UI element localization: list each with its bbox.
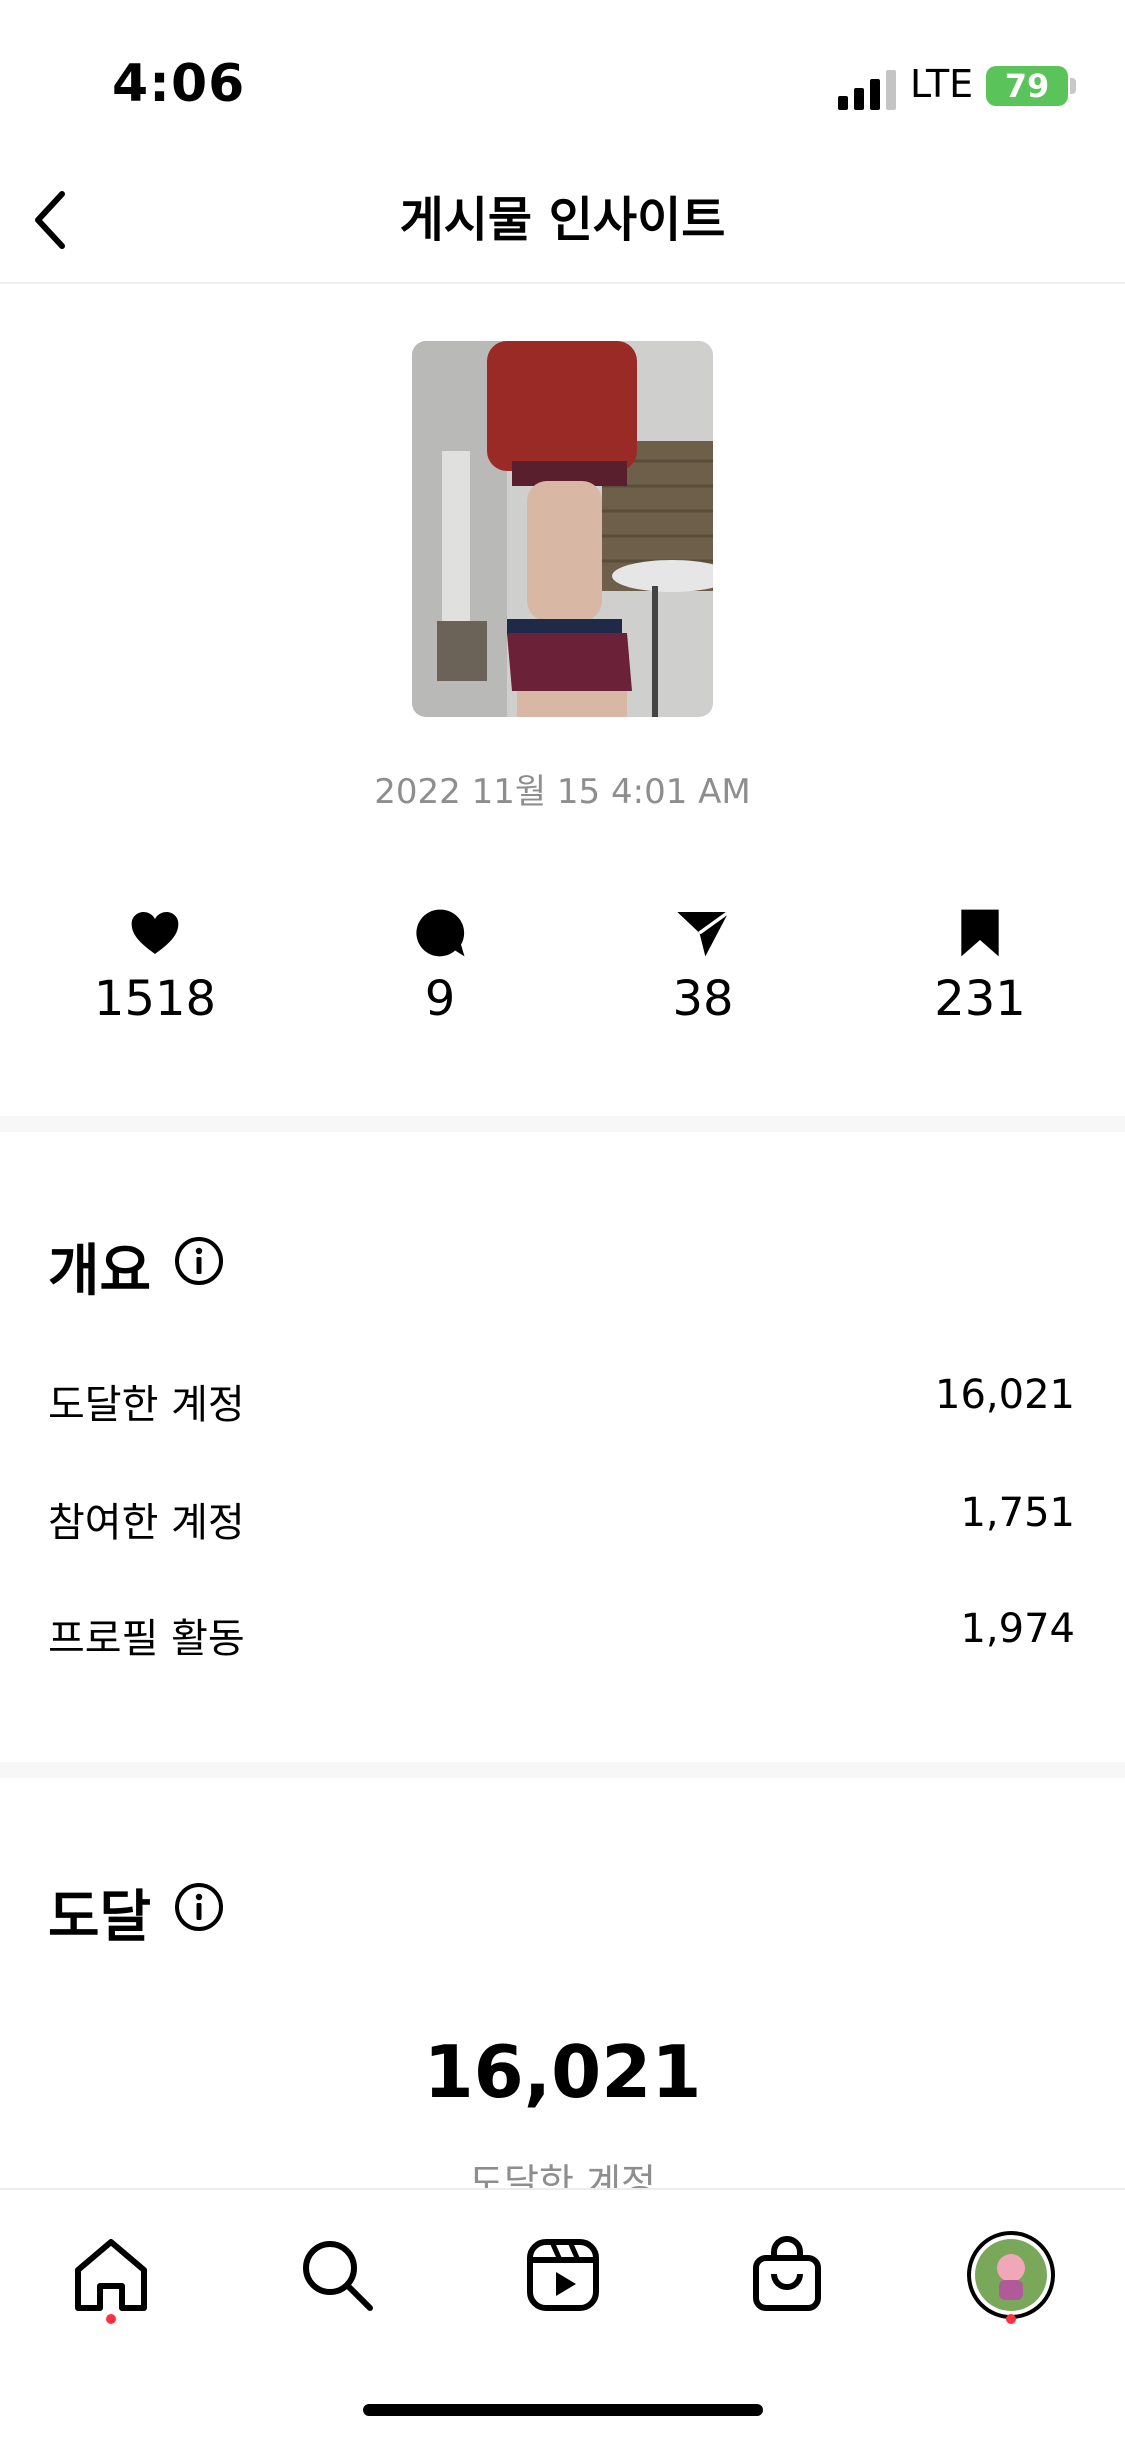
- comments-count: 9: [424, 971, 456, 1027]
- profile-notification-dot: [1006, 2314, 1016, 2324]
- engaged-accounts-label: 참여한 계정: [48, 1500, 245, 1546]
- post-thumbnail[interactable]: [412, 341, 713, 717]
- overview-title: 개요: [48, 1239, 152, 1304]
- likes-count: 1518: [93, 971, 217, 1027]
- reached-accounts-value: 16,021: [935, 1372, 1075, 1418]
- comment-icon: [416, 909, 465, 957]
- home-notification-dot: [106, 2314, 116, 2324]
- home-icon[interactable]: [66, 2230, 156, 2320]
- reels-icon[interactable]: [518, 2230, 608, 2320]
- shares-count: 38: [672, 971, 734, 1027]
- home-indicator: [363, 2404, 763, 2416]
- info-icon[interactable]: [174, 1882, 224, 1932]
- search-icon[interactable]: [292, 2230, 382, 2320]
- status-time: 4:06: [112, 54, 246, 114]
- saves-count: 231: [934, 971, 1026, 1027]
- header-divider: [0, 282, 1125, 284]
- post-date: 2022 11월 15 4:01 AM: [374, 772, 751, 812]
- saves-stat: 231: [880, 905, 1080, 1027]
- section-divider: [0, 1116, 1125, 1132]
- battery-nub: [1070, 78, 1076, 94]
- comments-stat: 9: [340, 905, 540, 1027]
- profile-activity-value: 1,974: [960, 1606, 1075, 1652]
- section-divider: [0, 1762, 1125, 1778]
- heart-icon: [131, 912, 179, 954]
- engaged-accounts-value: 1,751: [960, 1490, 1075, 1536]
- page-title: 게시물 인사이트: [399, 192, 726, 248]
- info-icon[interactable]: [174, 1236, 224, 1286]
- signal-icon: [838, 70, 896, 110]
- reach-value: 16,021: [423, 2030, 702, 2114]
- reached-accounts-label: 도달한 계정: [48, 1382, 245, 1428]
- share-icon: [677, 910, 730, 957]
- reach-title: 도달: [48, 1885, 152, 1950]
- profile-avatar[interactable]: [966, 2230, 1056, 2320]
- carrier-label: LTE: [910, 62, 974, 106]
- bookmark-icon: [961, 909, 999, 957]
- battery-indicator: 79: [986, 66, 1068, 106]
- likes-stat: 1518: [55, 905, 255, 1027]
- profile-activity-label: 프로필 활동: [48, 1616, 245, 1662]
- shares-stat: 38: [603, 905, 803, 1027]
- bottom-tab-bar: [0, 2188, 1125, 2438]
- shop-icon[interactable]: [742, 2230, 832, 2320]
